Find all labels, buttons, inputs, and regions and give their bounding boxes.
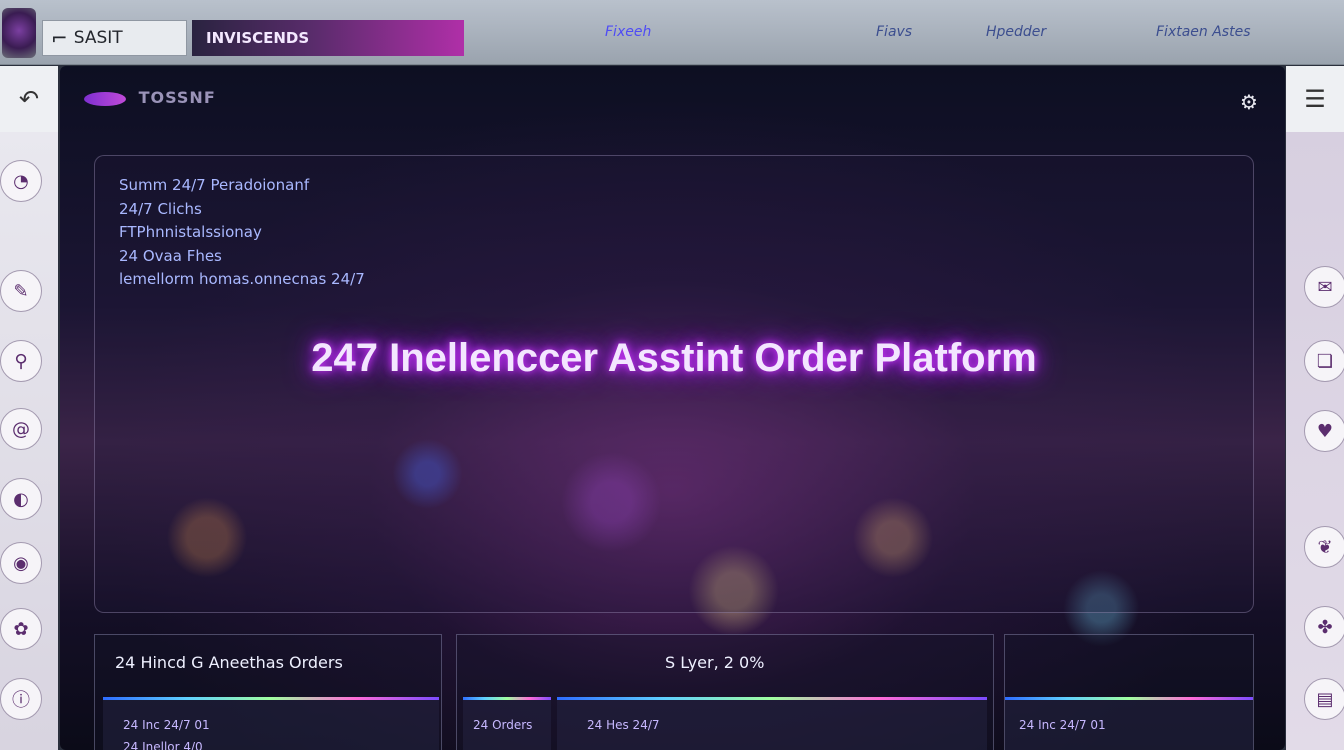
home-tab-label: SASIT xyxy=(73,28,123,48)
menu-icon[interactable]: ☰ xyxy=(1286,66,1344,132)
top-navigation-bar: ⌐ SASIT INVISCENDS Fixeeh Fiavs Hpedder … xyxy=(0,0,1344,65)
hero-info-line: FTPhnnistalssionay xyxy=(119,223,262,241)
hero-info-line: 24 Ovaa Fhes xyxy=(119,247,222,265)
home-tab[interactable]: ⌐ SASIT xyxy=(42,20,187,56)
profile-icon[interactable]: ◔ xyxy=(0,160,42,202)
left-sidebar: ◔ ✎ ⚲ @ ◐ ◉ ✿ ⓘ xyxy=(0,132,58,750)
leaf-icon[interactable]: ❦ xyxy=(1304,526,1344,568)
gear-icon[interactable]: ⚙ xyxy=(1240,90,1258,114)
nav-link-2[interactable]: Fiavs xyxy=(876,24,912,40)
app-logo-icon[interactable] xyxy=(2,8,36,58)
brand-tab[interactable]: INVISCENDS xyxy=(192,20,464,56)
chat-icon[interactable]: ◉ xyxy=(0,542,42,584)
back-icon[interactable]: ↶ xyxy=(0,66,58,132)
order-row: 24 Inellor 4/0 xyxy=(123,740,203,750)
extra-item-card[interactable]: 24 Inc 24/7 01 xyxy=(1005,697,1253,750)
orders-card-title: 24 Hincd G Aneethas Orders xyxy=(115,653,343,672)
home-icon: ⌐ xyxy=(51,26,68,50)
nav-link-4[interactable]: Fixtaen Astes xyxy=(1156,24,1251,40)
shape-icon[interactable]: ◐ xyxy=(0,478,42,520)
link-icon[interactable]: ⚲ xyxy=(0,340,42,382)
extra-card[interactable]: 24 Inc 24/7 01 xyxy=(1004,634,1254,750)
panel-logo: TOSSNF xyxy=(84,88,216,107)
status-card-title: S Lyer, 2 0% xyxy=(665,653,765,672)
info-icon[interactable]: ⓘ xyxy=(0,678,42,720)
hero-title: 247 Inellenccer Asstint Order Platform xyxy=(311,336,1037,380)
flower-icon[interactable]: ✿ xyxy=(0,608,42,650)
swirl-icon[interactable]: @ xyxy=(0,408,42,450)
status-card[interactable]: S Lyer, 2 0% 24 Orders 24 Hes 24/7 xyxy=(456,634,994,750)
nav-link-1[interactable]: Fixeeh xyxy=(605,24,651,40)
brand-tab-label: INVISCENDS xyxy=(206,29,310,47)
hero-info-line: Summ 24/7 Peradoionanf xyxy=(119,176,310,194)
order-row: 24 Hes 24/7 xyxy=(587,718,660,732)
card-icon[interactable]: ▤ xyxy=(1304,678,1344,720)
order-row: 24 Inc 24/7 01 xyxy=(1019,718,1106,732)
message-icon[interactable]: ✉ xyxy=(1304,266,1344,308)
status-item-card[interactable]: 24 Hes 24/7 xyxy=(557,697,987,750)
swoosh-icon xyxy=(84,91,126,106)
status-item-card[interactable]: 24 Orders xyxy=(463,697,551,750)
paw-icon[interactable]: ✤ xyxy=(1304,606,1344,648)
main-panel: TOSSNF ⚙ Summ 24/7 Peradoionanf 24/7 Cli… xyxy=(60,66,1285,750)
heart-icon[interactable]: ♥ xyxy=(1304,410,1344,452)
order-item-card[interactable]: 24 Inc 24/7 01 24 Inellor 4/0 xyxy=(103,697,439,750)
hero-info-line: lemellorm homas.onnecnas 24/7 xyxy=(119,270,365,288)
hero-info-line: 24/7 Clichs xyxy=(119,200,202,218)
panel-logo-text: TOSSNF xyxy=(138,88,216,107)
nav-link-3[interactable]: Hpedder xyxy=(986,24,1046,40)
order-row: 24 Orders xyxy=(473,718,533,732)
bookmark-icon[interactable]: ❏ xyxy=(1304,340,1344,382)
right-sidebar: ✉ ❏ ♥ ❦ ✤ ▤ xyxy=(1286,132,1344,750)
order-row: 24 Inc 24/7 01 xyxy=(123,718,210,732)
hero-card: Summ 24/7 Peradoionanf 24/7 Clichs FTPhn… xyxy=(94,155,1254,613)
orders-card[interactable]: 24 Hincd G Aneethas Orders 24 Inc 24/7 0… xyxy=(94,634,442,750)
edit-icon[interactable]: ✎ xyxy=(0,270,42,312)
